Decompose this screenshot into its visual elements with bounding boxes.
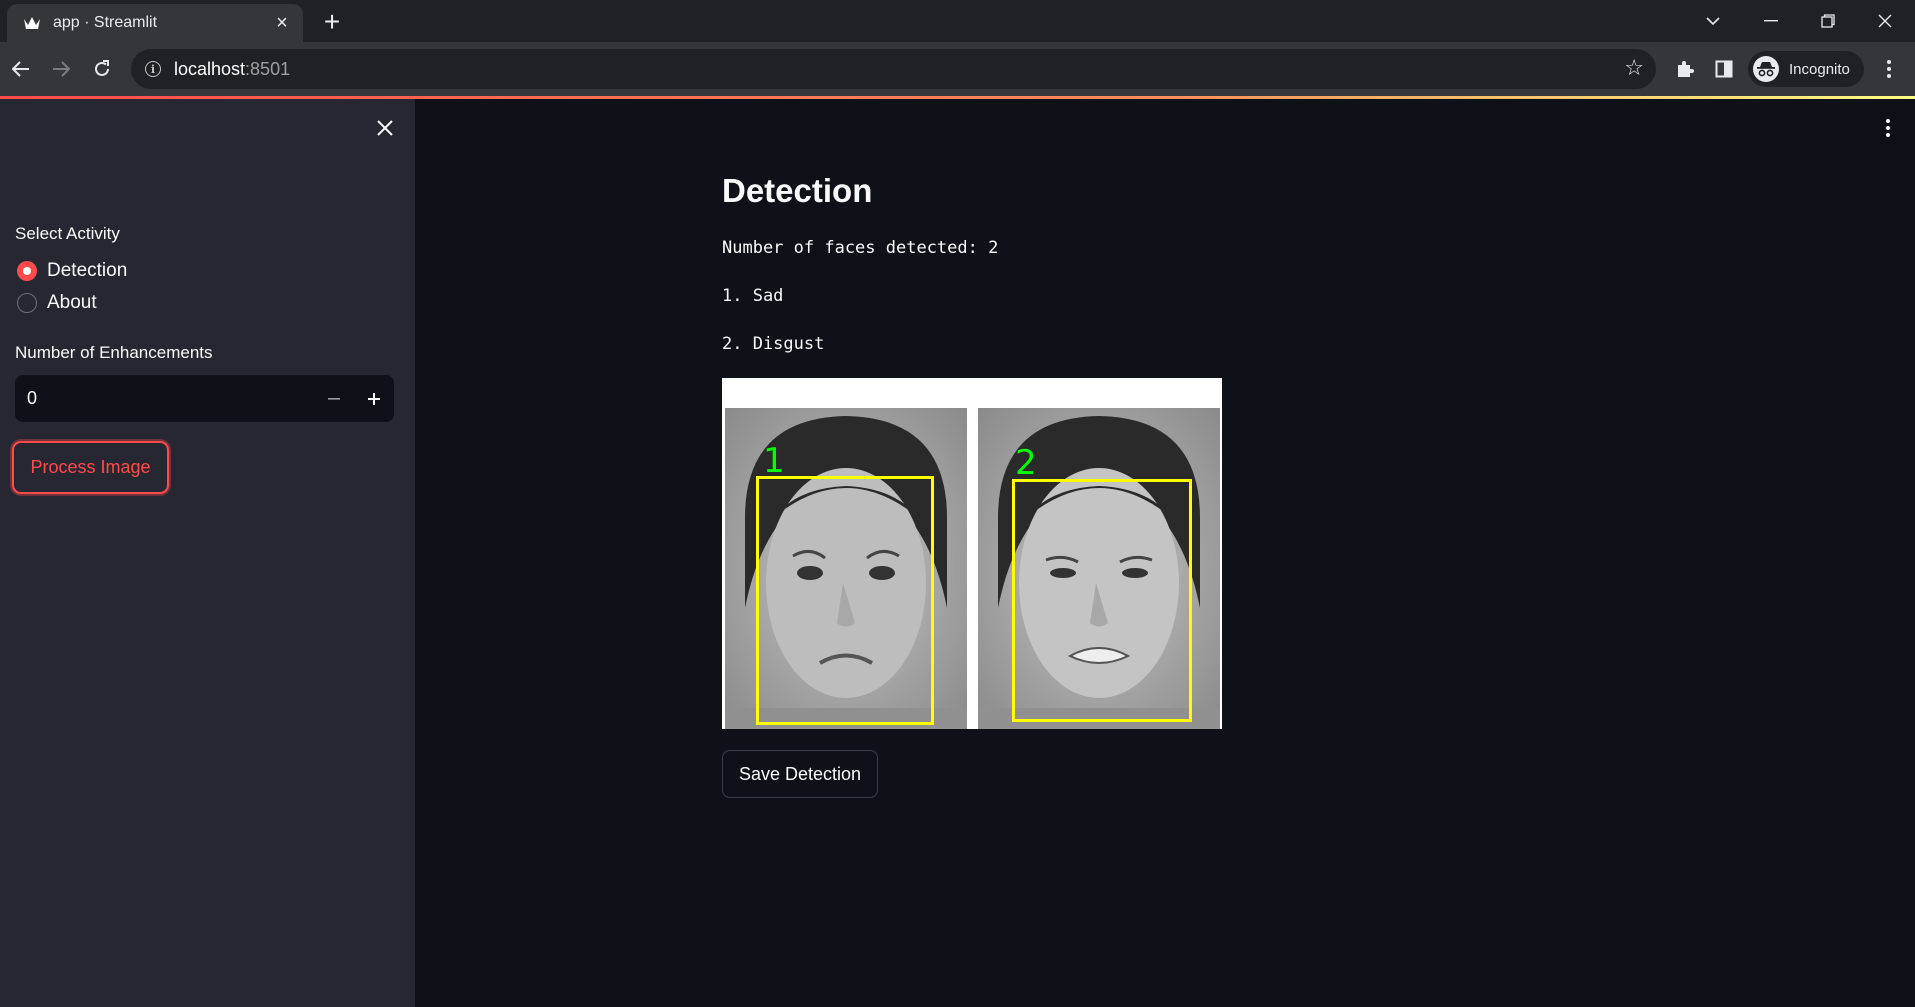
incognito-icon [1753, 56, 1779, 82]
back-icon[interactable] [6, 54, 36, 84]
app-menu-icon[interactable] [1876, 114, 1900, 142]
sidebar: Select Activity Detection About Number o… [0, 99, 415, 1007]
close-window-icon[interactable] [1862, 6, 1908, 36]
restore-icon[interactable] [1805, 6, 1851, 36]
side-panel-icon[interactable] [1709, 54, 1739, 84]
url-text: localhost:8501 [174, 58, 291, 79]
bookmark-star-icon[interactable]: ☆ [1624, 55, 1644, 81]
face-number-label: 2 [1015, 443, 1037, 483]
detection-result-image: 1 2 [722, 378, 1222, 729]
incognito-profile-button[interactable]: Incognito [1748, 51, 1864, 87]
site-info-icon[interactable]: i [145, 61, 161, 77]
faces-count-text: Number of faces detected: 2 [722, 238, 999, 258]
result-item: 1. Sad [722, 286, 784, 306]
close-sidebar-icon[interactable] [372, 115, 398, 141]
new-tab-icon[interactable]: + [318, 8, 346, 37]
radio-checked-icon[interactable] [17, 261, 37, 281]
process-image-button[interactable]: Process Image [12, 441, 169, 494]
close-tab-icon[interactable]: × [271, 12, 293, 34]
face-number-label: 1 [763, 441, 785, 481]
enhancements-number-input: 0 [15, 375, 394, 422]
tab-search-chevron-icon[interactable] [1690, 6, 1736, 36]
extensions-puzzle-icon[interactable] [1670, 54, 1700, 84]
page-title: Detection [722, 172, 873, 209]
browser-tab[interactable]: app · Streamlit × [7, 4, 303, 42]
radio-option-detection[interactable]: Detection [17, 260, 127, 282]
radio-label: About [47, 292, 97, 313]
browser-menu-icon[interactable] [1874, 54, 1904, 84]
streamlit-crown-icon [23, 14, 41, 32]
save-detection-button[interactable]: Save Detection [722, 750, 878, 798]
forward-icon[interactable] [46, 54, 76, 84]
enhancements-value-field[interactable]: 0 [15, 388, 314, 409]
address-bar[interactable]: i localhost:8501 ☆ [131, 49, 1656, 89]
reload-icon[interactable] [87, 54, 117, 84]
profile-label: Incognito [1789, 60, 1850, 78]
activity-label: Select Activity [15, 224, 120, 243]
minimize-icon[interactable] [1748, 6, 1794, 36]
face-photo-1: 1 [725, 408, 967, 729]
face-bounding-box [756, 476, 934, 725]
radio-option-about[interactable]: About [17, 292, 97, 314]
face-bounding-box [1012, 479, 1192, 722]
increment-plus-icon[interactable] [354, 375, 394, 422]
decrement-minus-icon[interactable] [314, 375, 354, 422]
face-photo-2: 2 [978, 408, 1220, 729]
tab-title: app · Streamlit [53, 14, 158, 31]
radio-unchecked-icon[interactable] [17, 293, 37, 313]
browser-toolbar: i localhost:8501 ☆ Incognito [0, 42, 1915, 96]
enhancements-label: Number of Enhancements [15, 343, 213, 362]
browser-tab-bar: app · Streamlit × + [0, 0, 1915, 42]
radio-label: Detection [47, 260, 128, 281]
result-item: 2. Disgust [722, 334, 825, 354]
